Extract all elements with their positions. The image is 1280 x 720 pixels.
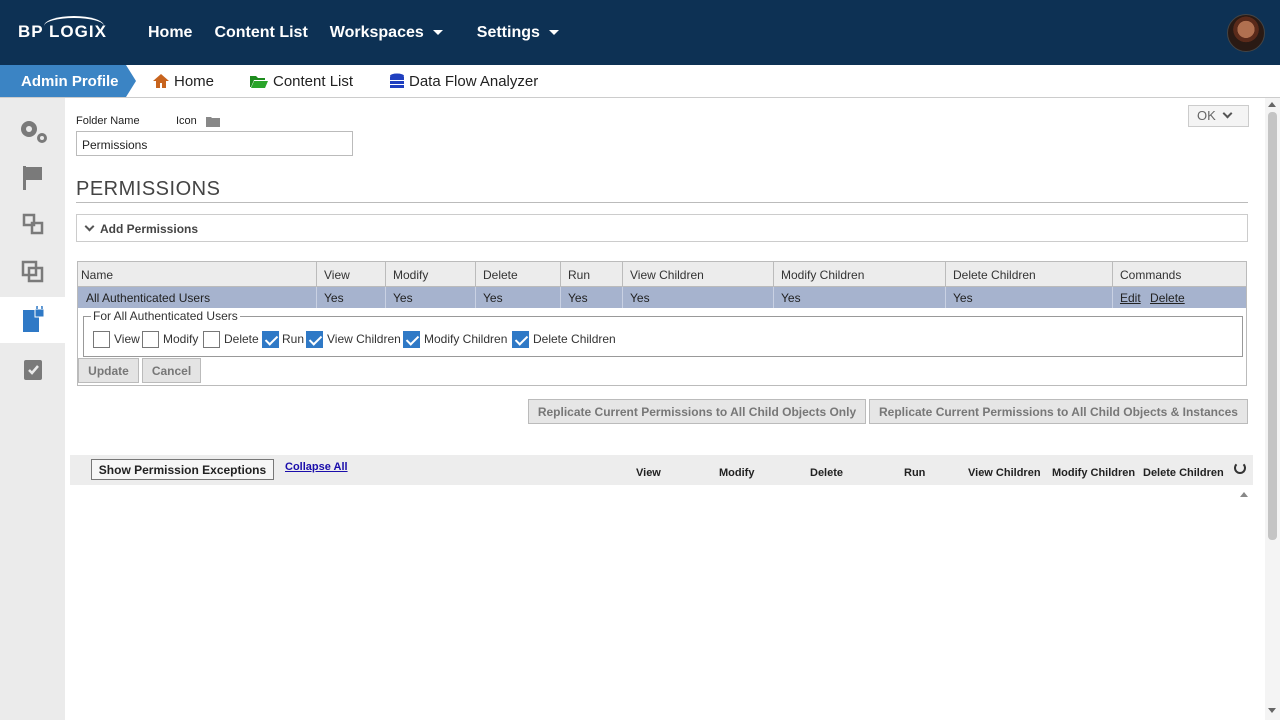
row-name: All Authenticated Users	[86, 291, 211, 305]
rail-settings[interactable]	[0, 108, 65, 154]
checkbox-delete-label: Delete	[224, 332, 259, 346]
checkbox-modify-children-label: Modify Children	[424, 332, 508, 346]
table-row[interactable]: All Authenticated Users Yes Yes Yes Yes …	[78, 287, 1246, 308]
top-navbar: BP LOGIX Home Content List Workspaces Se…	[0, 0, 1280, 65]
caret-down-icon	[432, 30, 443, 35]
row-commands: Edit Delete	[1112, 287, 1246, 308]
delete-link[interactable]: Delete	[1150, 291, 1185, 305]
checkbox-delete-children[interactable]	[512, 331, 529, 348]
checkbox-run-label: Run	[282, 332, 305, 346]
page-scrollbar[interactable]	[1265, 98, 1280, 720]
rail-workflow[interactable]	[0, 201, 65, 247]
exc-col-modify-children: Modify Children	[1052, 467, 1136, 479]
inner-scrollbar[interactable]	[1238, 490, 1250, 720]
chevron-down-icon	[84, 221, 95, 232]
exc-col-modify: Modify	[719, 467, 755, 479]
scroll-down-icon[interactable]	[1268, 708, 1276, 713]
scroll-up-icon[interactable]	[1268, 102, 1276, 107]
collapse-all-link[interactable]: Collapse All	[285, 461, 348, 473]
row-run: Yes	[560, 287, 622, 308]
col-view-children[interactable]: View Children	[622, 262, 773, 286]
document-lock-icon	[22, 306, 44, 332]
exc-col-delete-children: Delete Children	[1143, 467, 1224, 479]
rail-flag[interactable]	[0, 155, 65, 201]
caret-down-icon	[548, 30, 559, 35]
add-permissions-toggle[interactable]: Add Permissions	[76, 214, 1248, 242]
replicate-child-instances-button[interactable]: Replicate Current Permissions to All Chi…	[869, 399, 1248, 424]
checkbox-view-children-label: View Children	[327, 332, 401, 346]
exc-col-run: Run	[904, 467, 926, 479]
admin-profile-crumb[interactable]: Admin Profile	[0, 65, 136, 97]
permissions-table: Name View Modify Delete Run View Childre…	[77, 261, 1247, 308]
col-delete[interactable]: Delete	[475, 262, 560, 286]
rail-permissions[interactable]	[0, 297, 65, 343]
heading-divider	[76, 202, 1248, 203]
folder-open-icon	[250, 76, 268, 88]
row-delete: Yes	[475, 287, 560, 308]
row-view: Yes	[316, 287, 385, 308]
copy-icon	[21, 260, 43, 283]
row-view-children: Yes	[622, 287, 773, 308]
icon-label: Icon	[176, 115, 197, 127]
nav-home[interactable]: Home	[148, 24, 192, 42]
checkbox-modify-children[interactable]	[403, 331, 420, 348]
home-icon	[153, 74, 169, 88]
nav-workspaces[interactable]: Workspaces	[330, 24, 443, 42]
cancel-button[interactable]: Cancel	[142, 358, 201, 383]
exc-col-view: View	[636, 467, 661, 479]
col-modify[interactable]: Modify	[385, 262, 475, 286]
checkbox-view[interactable]	[93, 331, 110, 348]
col-delete-children[interactable]: Delete Children	[945, 262, 1112, 286]
subnav-home[interactable]: Home	[152, 65, 214, 97]
exc-col-view-children: View Children	[968, 467, 1041, 479]
rail-tasks[interactable]	[0, 346, 65, 392]
permissions-heading: PERMISSIONS	[76, 178, 221, 200]
fieldset-legend: For All Authenticated Users	[91, 309, 240, 323]
subnav-data-flow[interactable]: Data Flow Analyzer	[389, 65, 538, 97]
col-commands: Commands	[1112, 262, 1246, 286]
subnav-content-list[interactable]: Content List	[249, 65, 353, 97]
edit-link[interactable]: Edit	[1120, 291, 1141, 305]
replicate-child-objects-button[interactable]: Replicate Current Permissions to All Chi…	[528, 399, 866, 424]
refresh-icon[interactable]	[1234, 462, 1246, 474]
checkbox-delete-children-label: Delete Children	[533, 332, 616, 346]
checkbox-view-children[interactable]	[306, 331, 323, 348]
folder-name-label: Folder Name	[76, 115, 140, 127]
user-avatar[interactable]	[1227, 14, 1265, 52]
checklist-icon	[23, 360, 42, 380]
col-modify-children[interactable]: Modify Children	[773, 262, 945, 286]
row-modify: Yes	[385, 287, 475, 308]
folder-icon[interactable]	[206, 116, 220, 127]
chevron-down-icon	[1222, 108, 1233, 119]
ok-button[interactable]: OK	[1188, 105, 1249, 127]
col-view[interactable]: View	[316, 262, 385, 286]
table-header: Name View Modify Delete Run View Childre…	[78, 262, 1246, 287]
nav-content-list[interactable]: Content List	[214, 24, 307, 42]
scroll-thumb[interactable]	[1268, 112, 1277, 540]
col-name[interactable]: Name	[78, 262, 317, 286]
subnav-bar: Admin Profile Home Content List Data Flo…	[0, 65, 1280, 98]
checkbox-run[interactable]	[262, 331, 279, 348]
row-delete-children: Yes	[945, 287, 1112, 308]
rail-copy[interactable]	[0, 249, 65, 295]
scroll-up-icon[interactable]	[1240, 492, 1248, 497]
workflow-icon	[22, 213, 43, 235]
left-rail	[0, 98, 65, 720]
col-run[interactable]: Run	[560, 262, 622, 286]
checkbox-delete[interactable]	[203, 331, 220, 348]
gears-icon	[20, 121, 47, 143]
show-permission-exceptions-button[interactable]: Show Permission Exceptions	[91, 459, 274, 480]
bplogix-logo[interactable]: BP LOGIX	[18, 16, 107, 42]
flag-icon	[22, 166, 42, 190]
database-icon	[390, 73, 404, 88]
folder-name-input[interactable]: Permissions	[76, 131, 353, 156]
exc-col-delete: Delete	[810, 467, 844, 479]
update-button[interactable]: Update	[78, 358, 139, 383]
row-modify-children: Yes	[773, 287, 945, 308]
checkbox-view-label: View	[114, 332, 140, 346]
nav-settings[interactable]: Settings	[477, 24, 559, 42]
checkbox-modify-label: Modify	[163, 332, 199, 346]
checkbox-modify[interactable]	[142, 331, 159, 348]
